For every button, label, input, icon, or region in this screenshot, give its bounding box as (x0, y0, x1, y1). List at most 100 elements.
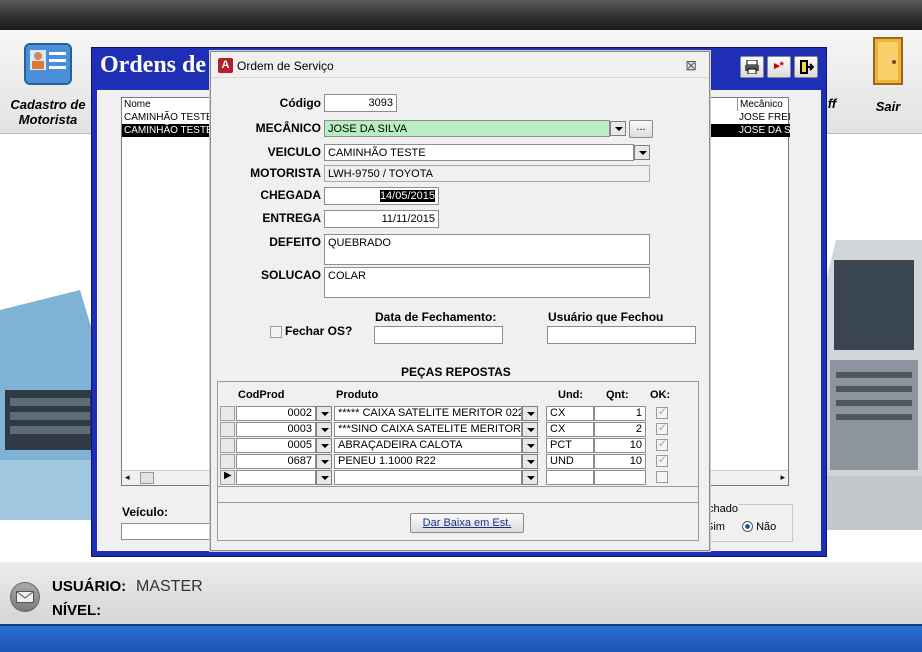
codprod-dropdown-button[interactable] (316, 454, 332, 469)
exit-window-button[interactable] (794, 56, 818, 78)
sair-label: Sair (875, 99, 901, 114)
nivel-label: NÍVEL: (52, 602, 102, 619)
produto-dropdown-button[interactable] (522, 470, 538, 485)
data-fechamento-label: Data de Fechamento: (375, 310, 497, 324)
usuario-label: USUÁRIO: (52, 578, 127, 595)
pecas-subform: CodProd Produto Und: Qnt: OK: 0002 *****… (217, 381, 699, 541)
produto-dropdown-button[interactable] (522, 422, 538, 437)
fechar-os-checkbox[interactable] (270, 326, 282, 338)
codprod-dropdown-button[interactable] (316, 406, 332, 421)
qnt-cell[interactable]: 10 (594, 454, 646, 469)
col-header-mecanico[interactable]: Mecânico (737, 98, 790, 111)
qnt-cell[interactable]: 2 (594, 422, 646, 437)
sair-button[interactable]: Sair (862, 36, 914, 126)
codprod-new-cell[interactable] (236, 470, 316, 485)
dar-baixa-label: Dar Baixa em Est. (422, 517, 512, 529)
produto-dropdown-button[interactable] (522, 406, 538, 421)
app-title-bar (0, 0, 922, 30)
veiculo-filter-input[interactable] (121, 523, 216, 540)
solucao-textarea[interactable]: COLAR (324, 267, 650, 298)
motorista-field: LWH-9750 / TOYOTA (324, 165, 650, 182)
und-cell[interactable]: PCT (546, 438, 594, 453)
current-record-arrow-icon: ▶ (224, 470, 232, 481)
produto-cell[interactable]: ***** CAIXA SATELITE MERITOR 022 (334, 406, 522, 421)
codprod-dropdown-button[interactable] (316, 438, 332, 453)
codprod-cell[interactable]: 0005 (236, 438, 316, 453)
veiculo-select[interactable]: CAMINHÃO TESTE (324, 144, 634, 161)
usuario-value: MASTER (136, 578, 203, 595)
defeito-textarea[interactable]: QUEBRADO (324, 234, 650, 265)
mecanico-dropdown-button[interactable] (610, 121, 626, 136)
veiculo-filter-label: Veículo: (122, 505, 169, 519)
truck-left-image (0, 290, 95, 520)
produto-cell[interactable]: ABRAÇADEIRA CALOTA (334, 438, 522, 453)
qnt-cell[interactable]: 10 (594, 438, 646, 453)
exit-door-icon (873, 37, 903, 85)
dialog-title-bar[interactable]: A Ordem de Serviço ⊠ (211, 52, 709, 78)
veiculo-label: VEICULO (267, 145, 321, 159)
defeito-label: DEFEITO (269, 235, 321, 249)
produto-new-cell[interactable] (334, 470, 522, 485)
codprod-dropdown-button[interactable] (316, 422, 332, 437)
scroll-left-icon[interactable]: ◂ (125, 472, 130, 483)
mecanico-label: MECÂNICO (255, 121, 321, 135)
veiculo-dropdown-button[interactable] (634, 145, 650, 160)
cadastro-label-line1: Cadastro de (10, 97, 86, 112)
scroll-thumb[interactable] (140, 472, 154, 484)
codigo-field[interactable]: 3093 (324, 94, 397, 112)
row-nome: CAMINHÃO TESTE (124, 112, 213, 123)
data-fechamento-field[interactable] (374, 326, 503, 344)
record-selector[interactable] (220, 438, 235, 453)
usuario-fechou-field[interactable] (547, 326, 696, 344)
codprod-cell[interactable]: 0687 (236, 454, 316, 469)
codprod-cell[interactable]: 0002 (236, 406, 316, 421)
und-cell[interactable]: CX (546, 406, 594, 421)
ok-checkbox[interactable] (656, 405, 668, 419)
und-cell[interactable]: UND (546, 454, 594, 469)
qnt-cell[interactable]: 1 (594, 406, 646, 421)
produto-cell[interactable]: PENEU 1.1000 R22 (334, 454, 522, 469)
col-header-codprod: CodProd (238, 389, 285, 401)
codprod-cell[interactable]: 0003 (236, 422, 316, 437)
produto-dropdown-button[interactable] (522, 438, 538, 453)
close-icon[interactable]: ⊠ (685, 57, 697, 74)
ok-checkbox[interactable] (656, 437, 668, 451)
cadastro-label-line2: Motorista (18, 112, 78, 127)
col-header-nome[interactable]: Nome (122, 98, 212, 111)
record-selector[interactable] (220, 454, 235, 469)
radio-nao[interactable]: Não (742, 521, 776, 533)
ok-checkbox[interactable] (656, 453, 668, 467)
produto-cell[interactable]: ***SINO CAIXA SATELITE MERITOR (334, 422, 522, 437)
entrega-label: ENTREGA (262, 211, 321, 225)
window-action-buttons: ▸* (740, 56, 822, 78)
usuario-fechou-label: Usuário que Fechou (548, 310, 664, 324)
taskbar (0, 624, 922, 652)
mail-icon[interactable] (10, 582, 40, 612)
und-cell[interactable]: CX (546, 422, 594, 437)
codprod-dropdown-button[interactable] (316, 470, 332, 485)
solucao-label: SOLUCAO (261, 268, 321, 282)
record-selector[interactable] (220, 406, 235, 421)
entrega-date-field[interactable]: 11/11/2015 (324, 210, 439, 228)
col-header-und: Und: (558, 389, 584, 401)
cadastro-motorista-button[interactable]: Cadastro de Motorista (4, 40, 92, 128)
chegada-date-field[interactable]: 14/05/2015 (324, 187, 439, 205)
codigo-label: Código (279, 96, 321, 110)
und-new-cell[interactable] (546, 470, 594, 485)
chegada-date-value: 14/05/2015 (379, 190, 435, 202)
qnt-new-cell[interactable] (594, 470, 646, 485)
fechado-group: chado Sim Não (701, 503, 793, 542)
mecanico-more-button[interactable]: ... (629, 120, 653, 138)
id-card-icon (24, 43, 72, 85)
mecanico-select[interactable]: JOSE DA SILVA (324, 120, 610, 137)
new-record-button[interactable]: ▸* (767, 56, 791, 78)
scroll-right-icon[interactable]: ▸ (780, 472, 785, 483)
print-button[interactable] (740, 56, 764, 78)
fechar-os-label: Fechar OS? (285, 324, 353, 338)
dar-baixa-button[interactable]: Dar Baixa em Est. (410, 513, 524, 533)
new-record-selector[interactable]: ▶ (220, 470, 235, 485)
record-selector[interactable] (220, 422, 235, 437)
produto-dropdown-button[interactable] (522, 454, 538, 469)
ok-new-checkbox[interactable] (656, 471, 668, 483)
ok-checkbox[interactable] (656, 421, 668, 435)
